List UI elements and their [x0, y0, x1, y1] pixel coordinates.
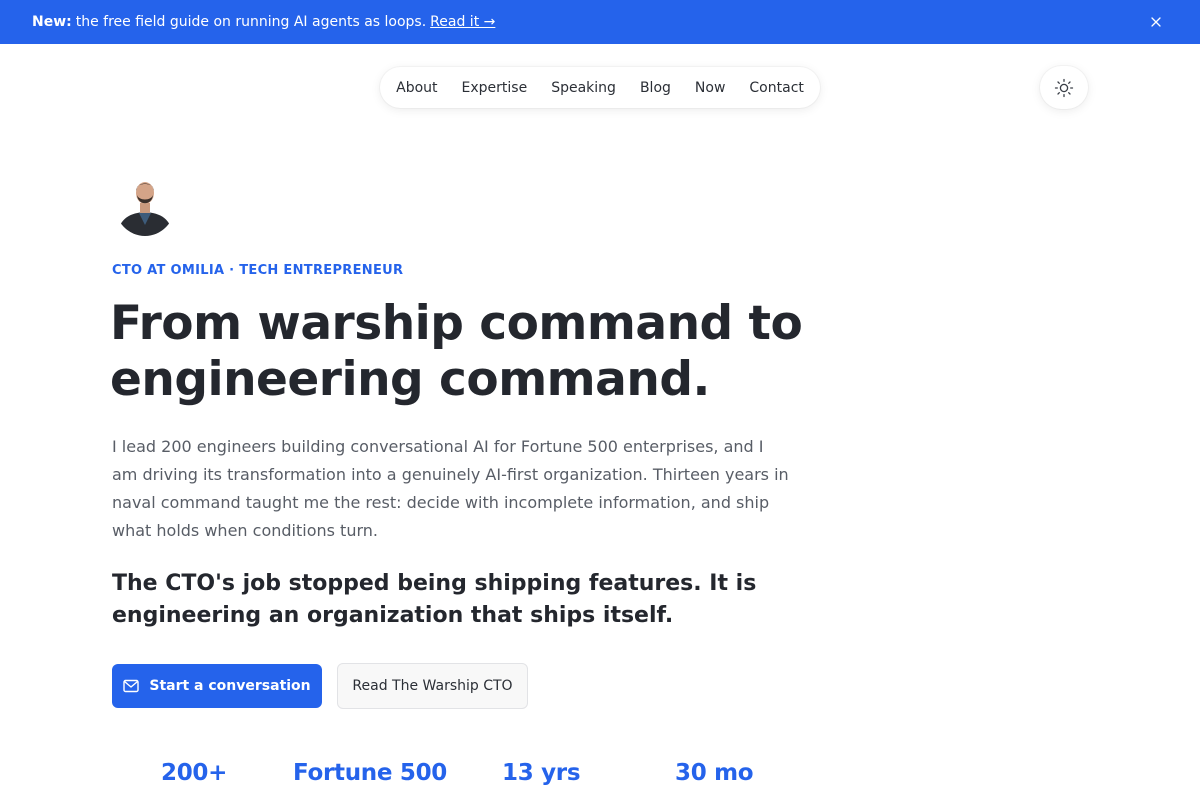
nav-item-expertise[interactable]: Expertise — [450, 80, 540, 96]
stat-years: 13 yrs — [502, 760, 581, 786]
nav-item-about[interactable]: About — [384, 80, 449, 96]
sun-icon — [1054, 78, 1074, 97]
close-icon[interactable] — [1148, 14, 1164, 30]
banner-prefix: New: — [32, 14, 72, 30]
main-nav: About Expertise Speaking Blog Now Contac… — [380, 67, 820, 108]
mail-icon — [123, 679, 140, 693]
theme-toggle-button[interactable] — [1040, 66, 1088, 109]
avatar — [115, 173, 175, 236]
stat-months: 30 mo — [675, 760, 754, 786]
stat-clients: Fortune 500 — [293, 760, 447, 786]
headline-line-1: From warship command to — [110, 296, 803, 351]
nav-item-contact[interactable]: Contact — [737, 80, 815, 96]
hero-thesis: The CTO's job stopped being shipping fea… — [112, 571, 757, 628]
read-warship-cto-label: Read The Warship CTO — [352, 678, 513, 694]
start-conversation-label: Start a conversation — [149, 678, 311, 694]
page-title: From warship command to engineering comm… — [110, 296, 830, 408]
stat-engineers: 200+ — [161, 760, 228, 786]
hero-eyebrow: CTO AT OMILIA · TECH ENTREPRENEUR — [112, 263, 404, 278]
nav-item-blog[interactable]: Blog — [628, 80, 683, 96]
nav-item-now[interactable]: Now — [683, 80, 738, 96]
read-warship-cto-button[interactable]: Read The Warship CTO — [337, 663, 528, 709]
banner-text: the free field guide on running AI agent… — [75, 14, 427, 30]
hero-lead: I lead 200 engineers building conversati… — [112, 437, 789, 540]
nav-item-speaking[interactable]: Speaking — [539, 80, 628, 96]
banner-link[interactable]: Read it → — [430, 14, 495, 30]
headline-line-2: engineering command. — [110, 352, 710, 407]
announcement-banner: New: the free field guide on running AI … — [0, 0, 1200, 44]
start-conversation-button[interactable]: Start a conversation — [112, 664, 322, 708]
